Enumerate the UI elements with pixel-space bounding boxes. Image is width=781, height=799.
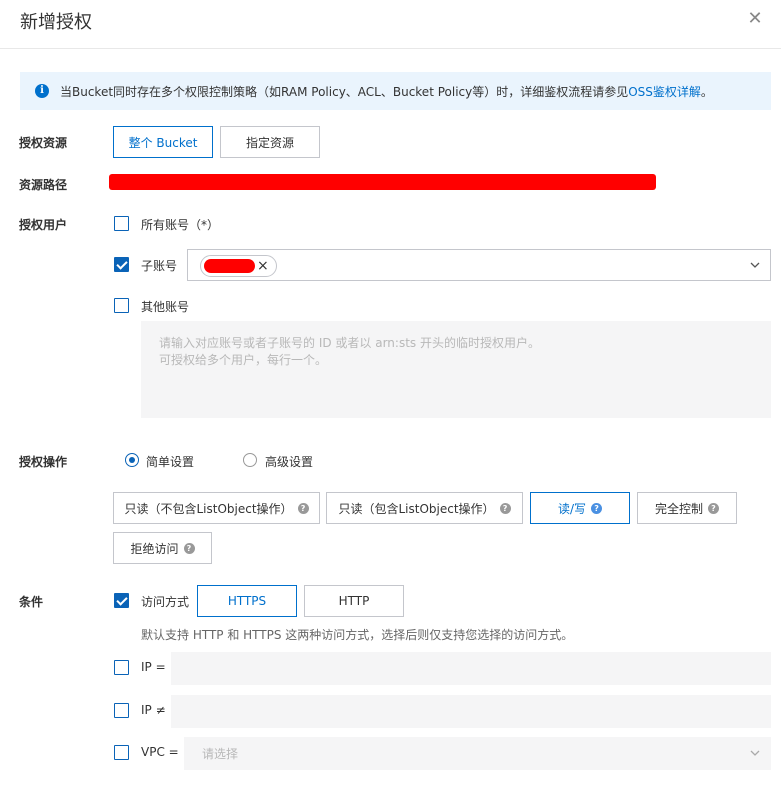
dialog-title: 新增授权 bbox=[20, 12, 92, 33]
vpc-label: VPC = bbox=[141, 745, 179, 759]
vpc-placeholder: 请选择 bbox=[202, 747, 239, 761]
advanced-mode-radio[interactable] bbox=[243, 453, 257, 467]
all-accounts-label: 所有账号（*） bbox=[141, 218, 220, 232]
chevron-down-icon bbox=[750, 750, 760, 756]
ip-not-equals-checkbox[interactable] bbox=[114, 703, 129, 718]
tag-remove-icon[interactable]: × bbox=[257, 256, 269, 276]
readonly-no-list-label: 只读（不包含ListObject操作） bbox=[124, 501, 293, 516]
full-control-label: 完全控制 bbox=[654, 501, 703, 516]
https-button[interactable]: HTTPS bbox=[197, 585, 297, 617]
help-icon: ? bbox=[591, 502, 603, 514]
other-accounts-checkbox[interactable] bbox=[114, 298, 129, 313]
deny-access-button[interactable]: 拒绝访问? bbox=[113, 532, 212, 564]
vpc-checkbox[interactable] bbox=[114, 745, 129, 760]
conditions-label: 条件 bbox=[19, 595, 44, 609]
textarea-placeholder-line1: 请输入对应账号或者子账号的 ID 或者以 arn:sts 开头的临时授权用户。 bbox=[159, 336, 540, 350]
operations-label: 授权操作 bbox=[19, 455, 68, 469]
ip-not-equals-label: IP ≠ bbox=[141, 703, 166, 717]
ip-equals-label: IP = bbox=[141, 660, 166, 674]
chevron-down-icon bbox=[750, 262, 760, 268]
resource-label: 授权资源 bbox=[19, 136, 68, 150]
sub-account-label: 子账号 bbox=[141, 259, 178, 273]
other-accounts-label: 其他账号 bbox=[141, 300, 190, 314]
access-method-label: 访问方式 bbox=[141, 595, 190, 609]
simple-mode-label: 简单设置 bbox=[146, 455, 195, 469]
notice-link[interactable]: OSS鉴权详解 bbox=[628, 85, 701, 99]
help-icon: ? bbox=[183, 542, 195, 554]
ip-equals-input[interactable] bbox=[171, 652, 771, 685]
access-method-checkbox[interactable] bbox=[114, 593, 129, 608]
whole-bucket-button[interactable]: 整个 Bucket bbox=[113, 126, 213, 158]
info-notice: i 当Bucket同时存在多个权限控制策略（如RAM Policy、ACL、Bu… bbox=[20, 72, 771, 110]
other-accounts-textarea[interactable]: 请输入对应账号或者子账号的 ID 或者以 arn:sts 开头的临时授权用户。 … bbox=[141, 321, 771, 418]
deny-access-label: 拒绝访问 bbox=[130, 541, 179, 556]
help-icon: ? bbox=[499, 502, 511, 514]
users-label: 授权用户 bbox=[19, 218, 68, 232]
simple-mode-radio[interactable] bbox=[125, 453, 139, 467]
header-divider bbox=[0, 48, 781, 49]
help-icon: ? bbox=[297, 502, 309, 514]
vpc-select[interactable]: 请选择 bbox=[184, 737, 771, 770]
resource-path-value-redacted bbox=[109, 174, 656, 190]
all-accounts-checkbox[interactable] bbox=[114, 216, 129, 231]
ip-equals-checkbox[interactable] bbox=[114, 660, 129, 675]
notice-body: 当Bucket同时存在多个权限控制策略（如RAM Policy、ACL、Buck… bbox=[60, 85, 629, 99]
ip-not-equals-input[interactable] bbox=[171, 695, 771, 728]
read-write-label: 读/写 bbox=[557, 501, 587, 516]
readonly-no-list-button[interactable]: 只读（不包含ListObject操作）? bbox=[113, 492, 320, 524]
sub-account-checkbox[interactable] bbox=[114, 257, 129, 272]
sub-account-select[interactable]: × bbox=[187, 249, 771, 281]
readonly-with-list-button[interactable]: 只读（包含ListObject操作）? bbox=[326, 492, 523, 524]
user-name-redacted bbox=[204, 259, 255, 273]
read-write-button[interactable]: 读/写? bbox=[530, 492, 630, 524]
notice-text: 当Bucket同时存在多个权限控制策略（如RAM Policy、ACL、Buck… bbox=[60, 83, 713, 100]
help-icon: ? bbox=[708, 502, 719, 514]
readonly-with-list-label: 只读（包含ListObject操作） bbox=[338, 501, 495, 516]
textarea-placeholder-line2: 可授权给多个用户，每行一个。 bbox=[159, 353, 328, 367]
close-icon[interactable]: ✕ bbox=[744, 8, 766, 30]
specific-resource-button[interactable]: 指定资源 bbox=[220, 126, 320, 158]
advanced-mode-label: 高级设置 bbox=[265, 455, 314, 469]
access-method-hint: 默认支持 HTTP 和 HTTPS 这两种访问方式，选择后则仅支持您选择的访问方… bbox=[141, 628, 574, 642]
path-label: 资源路径 bbox=[19, 178, 68, 192]
full-control-button[interactable]: 完全控制? bbox=[637, 492, 737, 524]
selected-user-tag: × bbox=[200, 255, 277, 277]
notice-suffix: 。 bbox=[700, 85, 713, 99]
info-icon: i bbox=[35, 84, 49, 98]
http-button[interactable]: HTTP bbox=[304, 585, 404, 617]
